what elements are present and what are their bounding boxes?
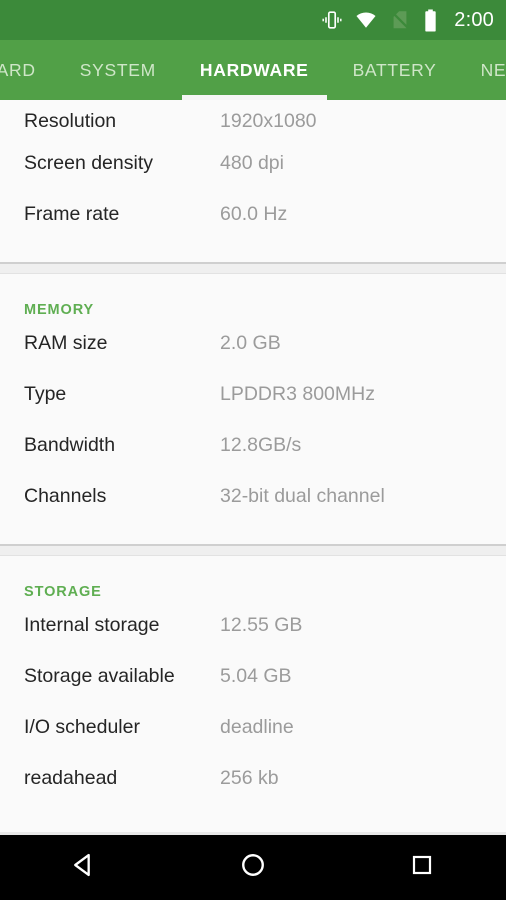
tab-label: HARDWARE [199, 59, 309, 80]
tab-label: SYSTEM [79, 59, 156, 80]
tab-battery[interactable]: BATTERY [331, 40, 459, 100]
row-label: Resolution [24, 110, 117, 132]
row-label: Frame rate [24, 203, 120, 225]
row-value: deadline [220, 716, 294, 738]
device-screen: 2:00 BOARD SYSTEM HARDWARE BATTERY NETW … [0, 0, 506, 900]
row-ram-size[interactable]: RAM size 2.0 GB [0, 332, 506, 383]
section-display: Resolution 1920x1080 Screen density 480 … [0, 100, 506, 254]
row-value: 1920x1080 [220, 110, 317, 132]
row-resolution[interactable]: Resolution 1920x1080 [0, 100, 506, 152]
vibrate-icon [321, 9, 343, 31]
section-header-memory: MEMORY [24, 302, 95, 318]
section-divider [0, 262, 506, 274]
row-bandwidth[interactable]: Bandwidth 12.8GB/s [0, 434, 506, 485]
row-type[interactable]: Type LPDDR3 800MHz [0, 383, 506, 434]
section-header-storage: STORAGE [24, 584, 102, 600]
section-divider [0, 544, 506, 556]
tab-bar[interactable]: BOARD SYSTEM HARDWARE BATTERY NETW [0, 40, 506, 100]
row-label: RAM size [24, 332, 108, 354]
tab-label: BATTERY [352, 59, 437, 80]
row-value: 5.04 GB [220, 665, 292, 687]
row-value: 32-bit dual channel [220, 485, 385, 507]
home-button[interactable] [213, 835, 293, 900]
tab-board[interactable]: BOARD [0, 40, 58, 100]
row-channels[interactable]: Channels 32-bit dual channel [0, 485, 506, 536]
recents-button[interactable] [382, 835, 462, 900]
no-sim-icon [389, 9, 411, 31]
status-bar: 2:00 [0, 0, 506, 40]
tab-network[interactable]: NETW [459, 40, 506, 100]
tab-label: NETW [480, 59, 506, 80]
row-value: 12.8GB/s [220, 434, 302, 456]
row-value: 256 kb [220, 767, 279, 789]
tab-label: BOARD [0, 59, 36, 80]
recents-square-icon [410, 853, 434, 882]
row-internal-storage[interactable]: Internal storage 12.55 GB [0, 614, 506, 665]
row-frame-rate[interactable]: Frame rate 60.0 Hz [0, 203, 506, 254]
row-storage-available[interactable]: Storage available 5.04 GB [0, 665, 506, 716]
hardware-info-list[interactable]: Resolution 1920x1080 Screen density 480 … [0, 100, 506, 832]
row-value: 12.55 GB [220, 614, 303, 636]
row-value: 480 dpi [220, 152, 284, 174]
section-storage: STORAGE Internal storage 12.55 GB Storag… [0, 556, 506, 818]
row-label: Type [24, 383, 67, 405]
row-value: 60.0 Hz [220, 203, 288, 225]
row-label: Internal storage [24, 614, 160, 636]
back-button[interactable] [44, 835, 124, 900]
row-label: Storage available [24, 665, 175, 687]
row-label: Bandwidth [24, 434, 116, 456]
row-label: I/O scheduler [24, 716, 140, 738]
tab-hardware[interactable]: HARDWARE [178, 40, 331, 100]
status-clock: 2:00 [454, 8, 494, 31]
status-icon-group: 2:00 [321, 9, 494, 32]
row-label: Screen density [24, 152, 153, 174]
row-readahead[interactable]: readahead 256 kb [0, 767, 506, 818]
row-io-scheduler[interactable]: I/O scheduler deadline [0, 716, 506, 767]
back-triangle-icon [70, 851, 98, 884]
tab-system[interactable]: SYSTEM [58, 40, 178, 100]
section-memory: MEMORY RAM size 2.0 GB Type LPDDR3 800MH… [0, 274, 506, 536]
wifi-icon [355, 9, 377, 31]
home-circle-icon [240, 852, 266, 883]
navigation-bar [0, 832, 506, 900]
battery-icon [423, 8, 438, 32]
row-value: LPDDR3 800MHz [220, 383, 375, 405]
row-screen-density[interactable]: Screen density 480 dpi [0, 152, 506, 203]
row-label: readahead [24, 767, 118, 789]
row-value: 2.0 GB [220, 332, 281, 354]
row-label: Channels [24, 485, 107, 507]
